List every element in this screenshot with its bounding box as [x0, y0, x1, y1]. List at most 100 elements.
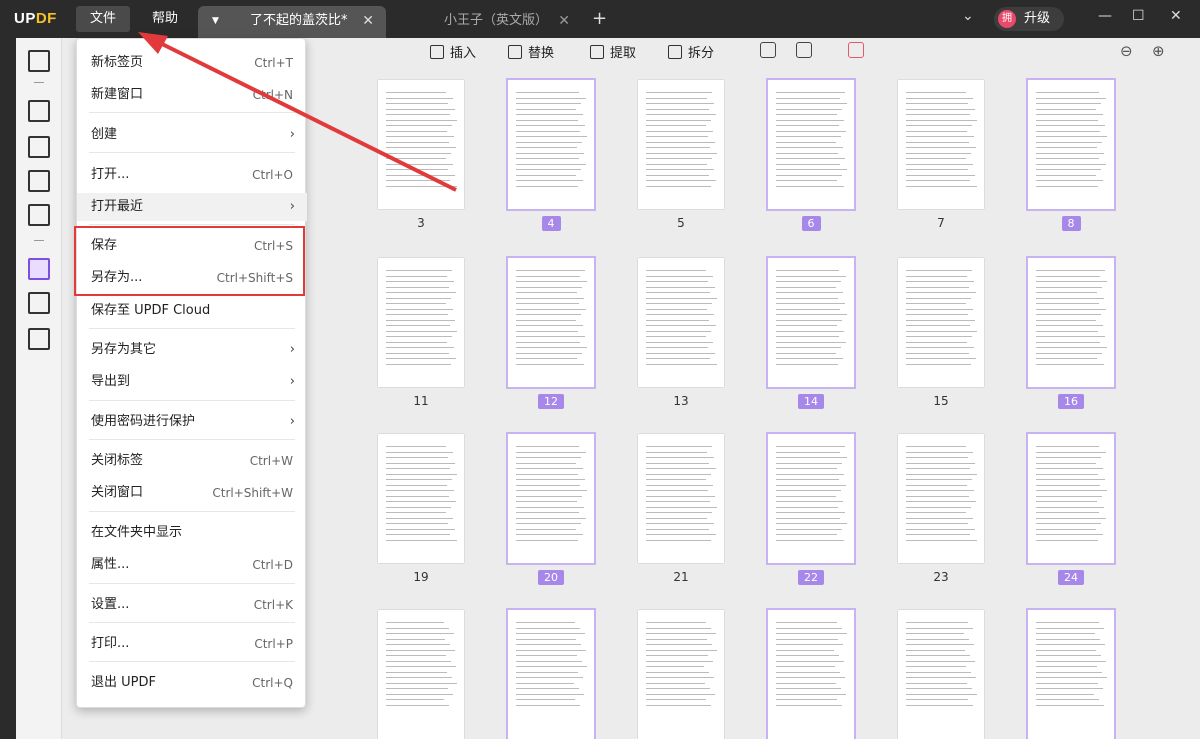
text-line [906, 682, 967, 684]
page-thumbnail[interactable] [378, 610, 464, 739]
menu-item[interactable]: 新标签页 Ctrl+T [77, 49, 307, 77]
reader-icon[interactable] [28, 50, 50, 72]
tab-document-inactive[interactable]: 小王子（英文版） ✕ [392, 6, 582, 38]
text-line [1036, 666, 1097, 667]
text-line [906, 479, 972, 480]
close-tab-icon[interactable]: ✕ [558, 6, 570, 36]
menu-item[interactable]: 使用密码进行保护 › [77, 408, 307, 436]
text-line [1036, 330, 1098, 332]
page-thumbnail[interactable] [638, 80, 724, 209]
insert-button[interactable]: 插入 [430, 42, 476, 61]
page-thumbnail[interactable] [378, 434, 464, 563]
menu-item[interactable]: 导出到 › [77, 368, 307, 396]
text-line [516, 523, 581, 524]
menu-item[interactable]: 另存为其它 › [77, 336, 307, 364]
page-thumbnail[interactable] [638, 258, 724, 387]
rotate-left-icon[interactable] [760, 42, 776, 58]
menu-item[interactable]: 关闭标签 Ctrl+W [77, 447, 307, 475]
page-number: 21 [638, 570, 724, 584]
menu-help[interactable]: 帮助 [138, 6, 192, 32]
menu-item[interactable]: 创建 › [77, 121, 307, 149]
rotate-right-icon[interactable] [796, 42, 812, 58]
comment-icon[interactable] [28, 100, 50, 122]
text-line [776, 512, 845, 513]
title-bar: UPDF 文件 帮助 ▼ 了不起的盖茨比* ✕ 小王子（英文版） ✕ + ⌄ 拥… [0, 0, 1200, 38]
text-line [906, 352, 969, 354]
text-line [776, 119, 844, 121]
edit-icon[interactable] [28, 136, 50, 158]
text-line [906, 270, 972, 271]
menu-item[interactable]: 打印... Ctrl+P [77, 630, 307, 658]
extract-button[interactable]: 提取 [590, 42, 636, 61]
page-thumbnail[interactable] [506, 608, 596, 739]
page-thumbnail[interactable] [1026, 432, 1116, 565]
delete-icon[interactable] [848, 42, 864, 58]
text-line [1036, 501, 1097, 502]
split-button[interactable]: 拆分 [668, 42, 714, 61]
menu-item[interactable]: 在文件夹中显示 [77, 519, 307, 547]
protect-icon[interactable] [28, 204, 50, 226]
text-line [906, 451, 973, 453]
page-thumbnail[interactable] [898, 610, 984, 739]
add-tab-icon[interactable]: + [592, 8, 607, 29]
menu-item[interactable]: 退出 UPDF Ctrl+Q [77, 669, 307, 697]
page-thumbnail[interactable] [766, 78, 856, 211]
page-thumbnail[interactable] [766, 432, 856, 565]
page-thumbnail[interactable] [638, 434, 724, 563]
minimize-icon[interactable]: — [1098, 8, 1112, 24]
menu-item[interactable]: 设置... Ctrl+K [77, 591, 307, 619]
text-line [906, 286, 969, 288]
page-thumbnail[interactable] [638, 610, 724, 739]
form-icon[interactable] [28, 170, 50, 192]
menu-item[interactable]: 保存至 UPDF Cloud [77, 297, 307, 325]
page-thumbnail[interactable] [506, 432, 596, 565]
tab-document-active[interactable]: ▼ 了不起的盖茨比* ✕ [198, 6, 386, 38]
page-thumbnail[interactable] [378, 258, 464, 387]
maximize-icon[interactable]: ☐ [1132, 8, 1145, 24]
menu-item[interactable]: 属性... Ctrl+D [77, 551, 307, 579]
upgrade-button[interactable]: 拥 升级 [994, 7, 1064, 31]
close-window-icon[interactable]: ✕ [1170, 8, 1182, 24]
page-thumbnail[interactable] [766, 608, 856, 739]
text-line [906, 336, 972, 337]
page-thumbnail[interactable] [1026, 78, 1116, 211]
page-thumbnail[interactable] [1026, 256, 1116, 389]
text-line [386, 97, 453, 99]
page-thumbnail[interactable] [766, 256, 856, 389]
page-number: 8 [1028, 216, 1114, 231]
page-thumbnail[interactable] [378, 80, 464, 209]
zoom-out-icon[interactable]: ⊖ [1120, 42, 1133, 60]
chevron-right-icon: › [289, 342, 295, 357]
tab-dropdown-icon[interactable]: ▼ [212, 6, 219, 36]
text-line [776, 473, 844, 475]
menu-item[interactable]: 打开最近 › [77, 193, 307, 221]
crop-icon[interactable] [28, 292, 50, 314]
menu-item[interactable]: 关闭窗口 Ctrl+Shift+W [77, 479, 307, 507]
menu-item[interactable]: 打开... Ctrl+O [77, 161, 307, 189]
zoom-in-icon[interactable]: ⊕ [1152, 42, 1165, 60]
page-thumbnail[interactable] [898, 80, 984, 209]
page-thumbnail[interactable] [1026, 608, 1116, 739]
replace-button[interactable]: 替换 [508, 42, 554, 61]
text-line [906, 347, 974, 348]
text-line [906, 292, 976, 293]
text-line [646, 169, 714, 170]
page-thumbnail[interactable] [898, 258, 984, 387]
chevron-down-icon[interactable]: ⌄ [962, 8, 974, 24]
chevron-right-icon: › [289, 374, 295, 389]
text-line [776, 699, 837, 700]
menu-item[interactable]: 新建窗口 Ctrl+N [77, 81, 307, 109]
page-thumbnail[interactable] [506, 78, 596, 211]
close-tab-icon[interactable]: ✕ [362, 6, 374, 36]
text-line [646, 297, 717, 299]
text-line [386, 125, 452, 126]
layers-icon[interactable] [28, 328, 50, 350]
text-line [776, 655, 839, 656]
page-thumbnail[interactable] [506, 256, 596, 389]
text-line [1036, 97, 1106, 99]
page-thumbnail[interactable] [898, 434, 984, 563]
organize-pages-icon[interactable] [28, 258, 50, 280]
text-line [1036, 141, 1102, 143]
text-line [1036, 473, 1098, 475]
menu-file[interactable]: 文件 [76, 6, 131, 32]
